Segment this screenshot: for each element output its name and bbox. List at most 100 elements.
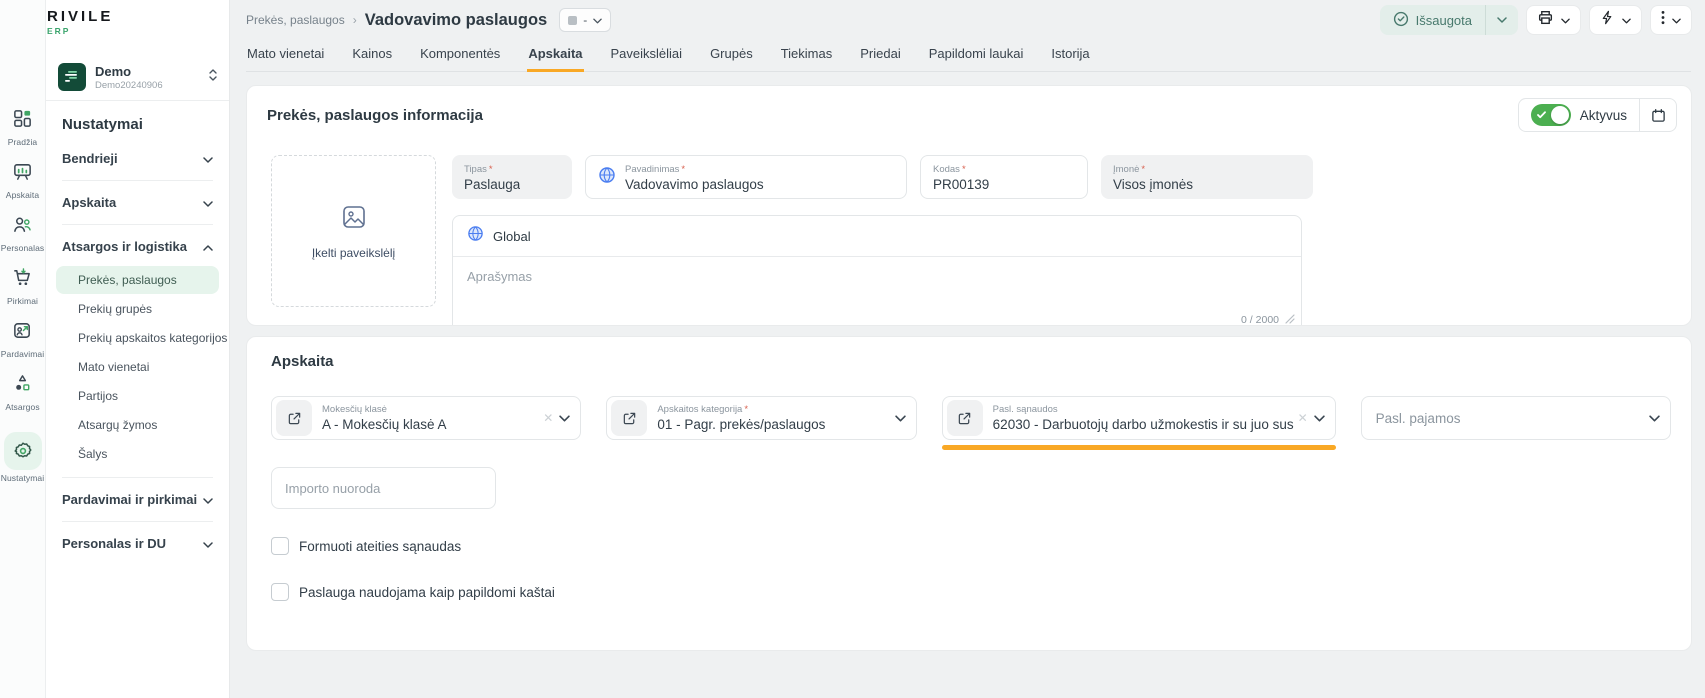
more-menu-button[interactable]	[1650, 5, 1692, 35]
rail-item-apskaita[interactable]: Apskaita	[0, 161, 46, 214]
tab-papildomi-laukai[interactable]: Papildomi laukai	[928, 42, 1025, 72]
kodas-field[interactable]: Kodas* PR00139	[920, 155, 1088, 199]
sidebar-group-bendrieji[interactable]: Bendrieji	[46, 139, 229, 178]
chevron-down-icon	[559, 409, 570, 427]
field-label: Pasl. sąnaudos	[993, 404, 1058, 415]
tab-paveiksleliai[interactable]: Paveikslėliai	[610, 42, 684, 72]
tab-apskaita[interactable]: Apskaita	[527, 42, 583, 72]
active-toggle[interactable]	[1531, 104, 1571, 126]
external-link-button[interactable]	[276, 400, 312, 436]
sidebar-group-pardavimai-ir-pirkimai[interactable]: Pardavimai ir pirkimai	[46, 480, 229, 519]
title-dropdown-value: -	[583, 13, 587, 27]
top-actions: Išsaugota	[1380, 5, 1692, 35]
rail-item-atsargos[interactable]: Atsargos	[0, 373, 46, 426]
field-label: Tipas	[464, 164, 487, 175]
chevron-down-icon	[895, 409, 906, 427]
printer-icon	[1537, 9, 1554, 31]
formuoti-ateities-sanaudas-checkbox-row[interactable]: Formuoti ateities sąnaudas	[271, 537, 1671, 555]
description-placeholder: Aprašymas	[467, 269, 532, 284]
divider	[62, 477, 213, 478]
required-star: *	[962, 164, 966, 175]
rail-item-nustatymai[interactable]: Nustatymai	[0, 432, 46, 483]
checkbox-label: Paslauga naudojama kaip papildomi kaštai	[299, 585, 555, 600]
save-button[interactable]: Išsaugota	[1380, 5, 1518, 35]
sidebar-item-atsargu-zymos[interactable]: Atsargų žymos	[56, 411, 219, 439]
chart-board-icon	[12, 161, 33, 187]
tab-priedai[interactable]: Priedai	[859, 42, 901, 72]
imone-field[interactable]: Įmonė* Visos įmonės	[1101, 155, 1313, 199]
sidebar-group-atsargos-ir-logistika[interactable]: Atsargos ir logistika	[46, 227, 229, 266]
rail-item-personalas[interactable]: Personalas	[0, 214, 46, 267]
lightning-icon	[1600, 10, 1615, 30]
sidebar-item-mato-vienetai[interactable]: Mato vienetai	[56, 353, 219, 381]
tab-grupes[interactable]: Grupės	[709, 42, 754, 72]
rail-item-pirkimai[interactable]: Pirkimai	[0, 267, 46, 320]
divider	[62, 224, 213, 225]
field-value: A - Mokesčių klasė A	[322, 417, 539, 432]
field-value: Paslauga	[464, 177, 520, 192]
actions-button[interactable]	[1589, 5, 1642, 35]
sidebar-item-partijos[interactable]: Partijos	[56, 382, 219, 410]
apskaitos-kategorija-select[interactable]: Apskaitos kategorija* 01 - Pagr. prekės/…	[606, 396, 916, 440]
resize-grip-icon[interactable]	[1285, 311, 1295, 326]
sidebar: RIVILE ERP Demo Demo20240906 Nustatymai …	[46, 0, 230, 698]
cart-icon	[12, 267, 33, 293]
sidebar-item-prekiu-grupes[interactable]: Prekių grupės	[56, 295, 219, 323]
sidebar-item-prekiu-apskaitos-kategorijos[interactable]: Prekių apskaitos kategorijos	[56, 324, 219, 352]
group-label: Apskaita	[62, 195, 116, 210]
tipas-field[interactable]: Tipas* Paslauga	[452, 155, 572, 199]
clear-icon[interactable]: ✕	[543, 411, 553, 425]
group-label: Bendrieji	[62, 151, 118, 166]
required-star: *	[489, 164, 493, 175]
tab-komponentes[interactable]: Komponentės	[419, 42, 501, 72]
description-textarea[interactable]: Aprašymas	[453, 257, 1301, 309]
tab-mato-vienetai[interactable]: Mato vienetai	[246, 42, 325, 72]
tab-bar: Mato vienetai Kainos Komponentės Apskait…	[246, 42, 1691, 72]
mokesciu-klase-column: Mokesčių klasė A - Mokesčių klasė A ✕	[271, 396, 581, 450]
external-link-button[interactable]	[611, 400, 647, 436]
title-dropdown[interactable]: -	[559, 8, 611, 32]
field-value: 01 - Pagr. prekės/paslaugos	[657, 417, 888, 432]
rail-item-pradzia[interactable]: Pradžia	[0, 108, 46, 161]
clear-icon[interactable]: ✕	[1298, 411, 1308, 425]
tab-tiekimas[interactable]: Tiekimas	[780, 42, 834, 72]
sidebar-item-prekes-paslaugos[interactable]: Prekės, paslaugos	[56, 266, 219, 294]
account-switcher[interactable]: Demo Demo20240906	[46, 54, 229, 100]
sidebar-group-personalas-ir-du[interactable]: Personalas ir DU	[46, 524, 229, 563]
card-title: Apskaita	[271, 353, 1671, 370]
print-button[interactable]	[1526, 5, 1581, 35]
shapes-icon	[12, 373, 33, 399]
sidebar-group-apskaita[interactable]: Apskaita	[46, 183, 229, 222]
mokesciu-klase-select[interactable]: Mokesčių klasė A - Mokesčių klasė A ✕	[271, 396, 581, 440]
rail-label: Pirkimai	[7, 296, 38, 306]
checkbox-icon[interactable]	[271, 537, 289, 555]
rail-item-pardavimai[interactable]: Pardavimai	[0, 320, 46, 373]
people-icon	[12, 214, 33, 240]
checkbox-icon[interactable]	[271, 583, 289, 601]
importo-nuoroda-input[interactable]	[271, 467, 496, 509]
image-upload-dropzone[interactable]: Įkelti paveikslėlį	[271, 155, 436, 307]
calendar-button[interactable]	[1640, 98, 1676, 132]
field-value: Visos įmonės	[1113, 177, 1193, 192]
sidebar-item-salys[interactable]: Šalys	[56, 440, 219, 468]
save-dropdown-button[interactable]	[1486, 5, 1518, 35]
apskaita-card: Apskaita Mokesčių klasė A - Mokesčių kla…	[246, 336, 1692, 651]
paslauga-papildomi-kastai-checkbox-row[interactable]: Paslauga naudojama kaip papildomi kaštai	[271, 583, 1671, 601]
breadcrumb[interactable]: Prekės, paslaugos	[246, 13, 345, 27]
pasl-pajamos-select[interactable]: Pasl. pajamos	[1361, 396, 1671, 440]
field-value: Vadovavimo paslaugos	[625, 177, 764, 192]
upload-label: Įkelti paveikslėlį	[312, 246, 395, 260]
pasl-pajamos-column: Pasl. pajamos	[1361, 396, 1671, 450]
group-label: Pardavimai ir pirkimai	[62, 492, 197, 507]
pasl-sanaudos-select[interactable]: Pasl. sąnaudos 62030 - Darbuotojų darbo …	[942, 396, 1336, 440]
image-icon	[340, 203, 368, 236]
description-language-row[interactable]: Global	[453, 216, 1301, 257]
group-label: Atsargos ir logistika	[62, 239, 187, 254]
pavadinimas-field[interactable]: Pavadinimas* Vadovavimo paslaugos	[585, 155, 907, 199]
group-label: Personalas ir DU	[62, 536, 166, 551]
tab-kainos[interactable]: Kainos	[351, 42, 393, 72]
chevron-down-icon	[203, 536, 213, 551]
chevron-up-icon	[203, 239, 213, 254]
external-link-button[interactable]	[947, 400, 983, 436]
tab-istorija[interactable]: Istorija	[1050, 42, 1090, 72]
